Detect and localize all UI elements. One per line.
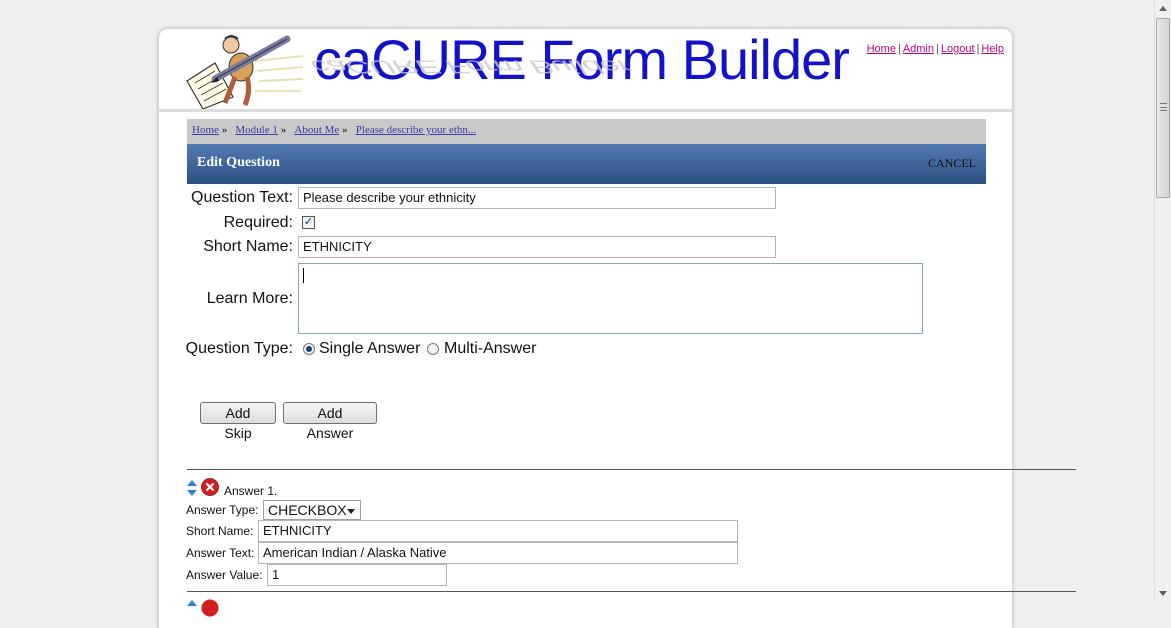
single-answer-radio[interactable] [303, 343, 315, 355]
single-answer-label: Single Answer [319, 340, 421, 357]
answer-text-input[interactable]: American Indian / Alaska Native [258, 542, 738, 564]
answer-value-label: Answer Value: [186, 568, 263, 582]
page-container: caCURE Form Builder caCURE Form Builder … [158, 28, 1076, 628]
question-text-input[interactable]: Please describe your ethnicity [298, 187, 776, 209]
scroll-down-arrow-icon[interactable] [1155, 585, 1171, 602]
answer-heading: Answer 1. [224, 484, 278, 498]
scroll-thumb[interactable] [1156, 18, 1170, 198]
header-divider [159, 109, 1012, 112]
top-nav-links: Home | Admin | Logout | Help [866, 43, 1004, 55]
breadcrumb: Home» Module 1» About Me» Please describe y… [187, 119, 986, 144]
learn-more-label: Learn More: [206, 290, 293, 307]
add-skip-button[interactable]: Add Skip [200, 402, 276, 441]
reorder-arrows-icon[interactable] [187, 479, 197, 497]
multi-answer-radio[interactable] [427, 343, 439, 355]
required-label: Required: [223, 214, 293, 231]
breadcrumb-home[interactable]: Home [192, 124, 219, 136]
learn-more-textarea[interactable] [298, 263, 923, 334]
edit-question-bar: Edit Question CANCEL [187, 144, 986, 184]
scroll-up-arrow-icon[interactable] [1155, 0, 1171, 17]
chevron-down-icon [347, 509, 355, 514]
answer-value-input[interactable]: 1 [267, 564, 447, 586]
answer-short-name-input[interactable]: ETHNICITY [258, 520, 738, 542]
breadcrumb-section[interactable]: About Me [294, 124, 339, 136]
answer-text-label: Answer Text: [186, 546, 255, 560]
answer-divider-bottom [187, 591, 1076, 592]
top-link-admin[interactable]: Admin [903, 43, 934, 55]
add-answer-button[interactable]: Add Answer [283, 402, 377, 441]
top-link-home[interactable]: Home [867, 43, 896, 55]
header: caCURE Form Builder caCURE Form Builder … [159, 28, 1012, 112]
cancel-link[interactable]: CANCEL [928, 156, 976, 171]
edit-question-title: Edit Question [197, 155, 280, 170]
answer-type-label: Answer Type: [186, 503, 259, 517]
short-name-input[interactable]: ETHNICITY [298, 236, 776, 258]
answer-divider-top [187, 469, 1076, 470]
form-writer-logo-icon [186, 35, 304, 109]
top-link-help[interactable]: Help [981, 43, 1004, 55]
answer-type-value: CHECKBOX [268, 502, 347, 518]
answer-short-name-label: Short Name: [186, 524, 254, 538]
delete-answer-icon[interactable] [201, 478, 219, 496]
breadcrumb-question[interactable]: Please describe your ethn... [356, 124, 476, 136]
short-name-label: Short Name: [203, 238, 293, 255]
scroll-grip-icon [1160, 103, 1167, 111]
vertical-scrollbar[interactable] [1154, 0, 1171, 602]
top-link-logout[interactable]: Logout [941, 43, 975, 55]
app-title-reflection: caCURE Form Builder [305, 56, 637, 77]
answer-type-select[interactable]: CHECKBOX [263, 500, 361, 520]
breadcrumb-module[interactable]: Module 1 [235, 124, 277, 136]
question-type-label: Question Type: [185, 340, 293, 357]
text-caret [303, 268, 304, 283]
question-text-label: Question Text: [191, 189, 293, 206]
multi-answer-label: Multi-Answer [444, 340, 537, 357]
required-checkbox[interactable]: ✓ [302, 216, 315, 229]
